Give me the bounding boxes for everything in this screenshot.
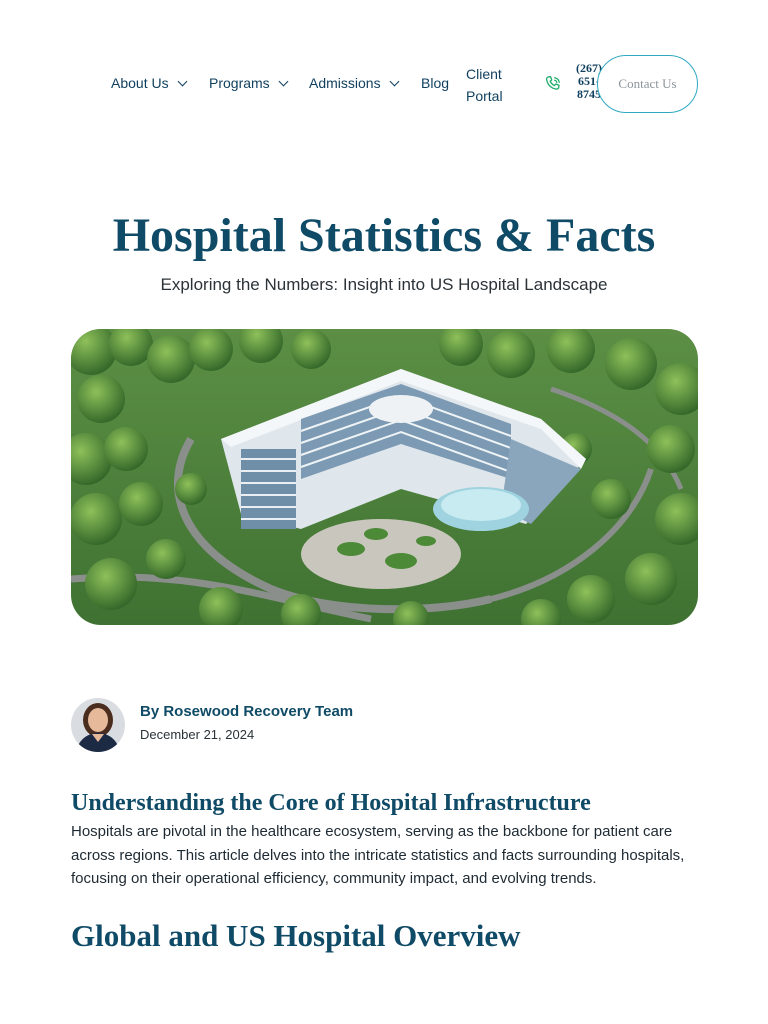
section-heading-infrastructure: Understanding the Core of Hospital Infra… (71, 790, 591, 816)
publish-date: December 21, 2024 (140, 727, 255, 742)
section-heading-overview: Global and US Hospital Overview (71, 918, 521, 953)
nav-about-us-label: About Us (111, 75, 169, 91)
nav-programs[interactable]: Programs (209, 75, 289, 91)
nav-about-us[interactable]: About Us (111, 75, 188, 91)
page-title: Hospital Statistics & Facts (112, 209, 656, 262)
nav-admissions-label: Admissions (309, 75, 381, 91)
nav-admissions[interactable]: Admissions (309, 75, 400, 91)
author-avatar (71, 698, 125, 752)
nav-programs-label: Programs (209, 75, 270, 91)
nav-client-portal[interactable]: Client Portal (466, 63, 516, 107)
hero-hospital-image (71, 329, 698, 625)
author-name[interactable]: By Rosewood Recovery Team (140, 703, 353, 720)
contact-us-button[interactable]: Contact Us (597, 55, 698, 113)
main-navigation: About Us Programs Admissions Blog Client… (0, 55, 768, 115)
chevron-down-icon (278, 76, 289, 87)
chevron-down-icon (389, 76, 400, 87)
page-subtitle: Exploring the Numbers: Insight into US H… (160, 275, 608, 294)
phone-icon[interactable] (543, 74, 563, 94)
article-paragraph: Hospitals are pivotal in the healthcare … (71, 823, 685, 887)
chevron-down-icon (177, 76, 188, 87)
nav-blog[interactable]: Blog (421, 75, 449, 91)
